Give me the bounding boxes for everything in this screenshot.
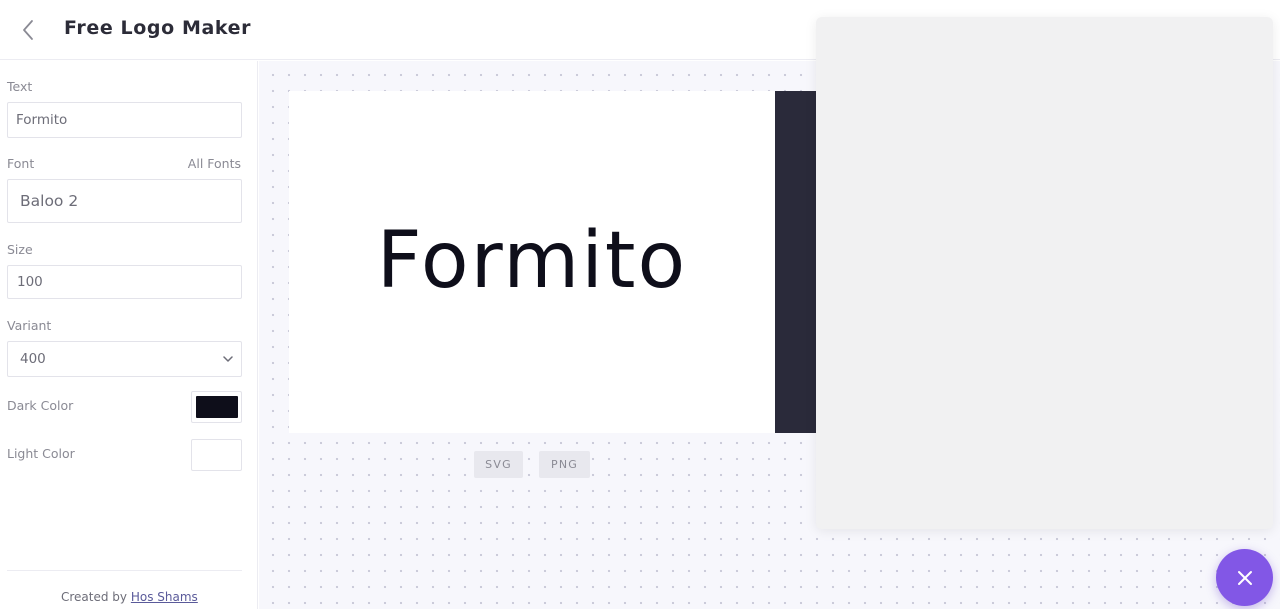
text-input[interactable]: Formito xyxy=(7,102,242,138)
all-fonts-link[interactable]: All Fonts xyxy=(188,156,241,171)
variant-value: 400 xyxy=(20,351,46,367)
logo-preview-dark xyxy=(775,91,816,433)
light-color-swatch xyxy=(195,444,238,466)
close-widget-button[interactable] xyxy=(1216,549,1273,606)
font-picker[interactable]: Baloo 2 xyxy=(7,179,242,223)
light-color-label: Light Color xyxy=(7,446,75,461)
variant-select[interactable]: 400 xyxy=(7,341,242,377)
dark-color-label: Dark Color xyxy=(7,398,74,413)
footer-divider xyxy=(7,570,242,571)
dark-color-picker[interactable] xyxy=(191,391,242,423)
credit-line: Created by Hos Shams xyxy=(61,590,198,604)
download-png-button[interactable]: PNG xyxy=(539,451,590,478)
size-label: Size xyxy=(7,242,33,257)
text-label: Text xyxy=(7,79,33,94)
back-button[interactable] xyxy=(14,16,42,44)
page-title: Free Logo Maker xyxy=(64,17,252,39)
font-label: Font xyxy=(7,156,35,171)
light-color-picker[interactable] xyxy=(191,439,242,471)
dark-color-swatch xyxy=(195,396,238,418)
close-icon xyxy=(1237,570,1252,585)
chevron-left-icon xyxy=(23,20,33,40)
logo-text: Formito xyxy=(376,216,688,306)
chevron-down-icon xyxy=(223,355,233,362)
logo-preview-light: Formito xyxy=(289,91,775,433)
author-link[interactable]: Hos Shams xyxy=(131,590,198,604)
chat-widget-panel xyxy=(816,17,1273,529)
size-input[interactable]: 100 xyxy=(7,265,242,299)
variant-label: Variant xyxy=(7,318,52,333)
download-svg-button[interactable]: SVG xyxy=(474,451,523,478)
credit-prefix: Created by xyxy=(61,590,128,604)
sidebar: Text Formito Font All Fonts Baloo 2 Size… xyxy=(0,61,258,609)
